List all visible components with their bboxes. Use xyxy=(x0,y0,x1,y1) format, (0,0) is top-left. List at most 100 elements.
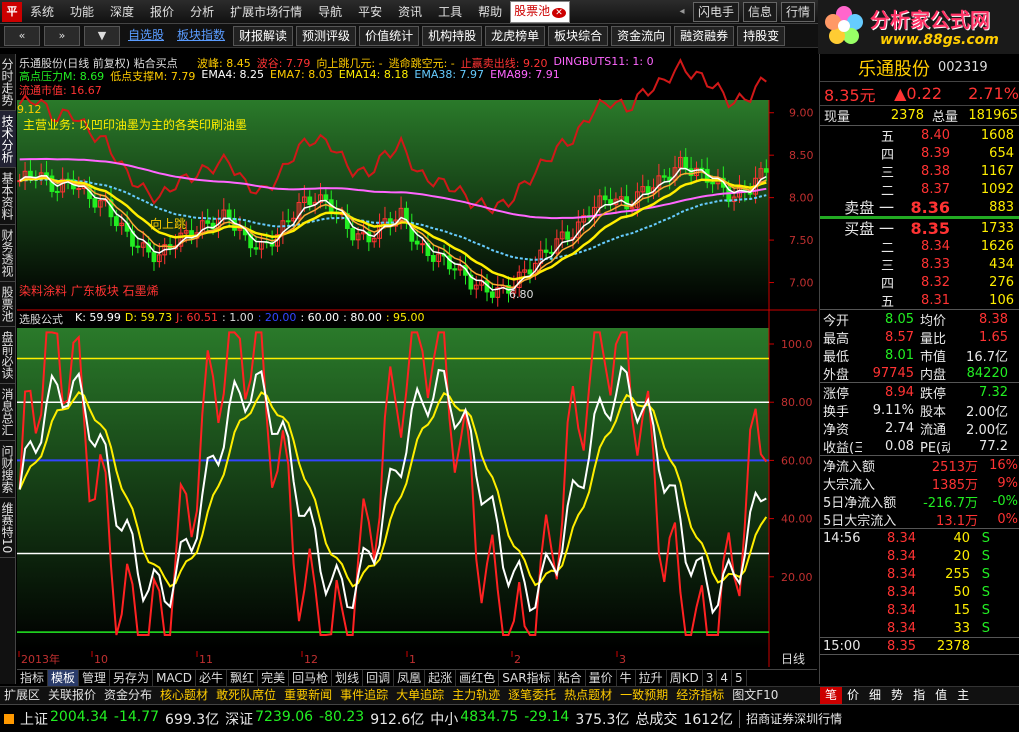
menu-arrow-icon[interactable]: ◂ xyxy=(675,6,689,17)
indicator-tab-11[interactable]: 凤凰 xyxy=(394,670,426,686)
index-quote-1[interactable]: 深证 7239.06 -80.23 912.6亿 xyxy=(219,709,424,729)
indicator-tab-2[interactable]: 管理 xyxy=(79,670,111,686)
menu-item-7[interactable]: 平安 xyxy=(350,0,390,24)
menu-item-5[interactable]: 扩展市场行情 xyxy=(222,0,310,24)
indicator-tab-22[interactable]: 5 xyxy=(732,670,747,686)
left-tab-8[interactable]: 维赛特10 xyxy=(0,498,16,559)
left-tab-2[interactable]: 基本资料 xyxy=(0,168,16,225)
chart-area[interactable]: 9.00 8.50 8.00 7.50 7.00 100.0 80.00 60.00 40.00… xyxy=(17,54,817,667)
indicator-tab-1[interactable]: 模板 xyxy=(48,670,80,686)
left-tab-0[interactable]: 分时走势 xyxy=(0,54,16,111)
back-button[interactable]: « xyxy=(4,25,40,46)
quote-tab-0[interactable]: 笔 xyxy=(820,687,843,704)
menu-item-4[interactable]: 分析 xyxy=(182,0,222,24)
quote-tab-2[interactable]: 细 xyxy=(864,687,886,704)
stat-value: 7.32 xyxy=(979,384,1008,400)
function-item-1[interactable]: 关联报价 xyxy=(44,687,100,704)
indicator-tab-5[interactable]: 必牛 xyxy=(196,670,228,686)
left-vertical-tabs: 分时走势 技术分析 基本资料 财务透视 股票池 盘前必读 消息总汇 问财搜索 维赛特10 xyxy=(0,54,16,684)
forward-button[interactable]: » xyxy=(44,25,80,46)
toolbar-button-7[interactable]: 融资融券 xyxy=(674,25,735,46)
indicator-tab-21[interactable]: 4 xyxy=(717,670,733,686)
menu-item-10[interactable]: 帮助 xyxy=(470,0,510,24)
chart-canvas[interactable]: 9.00 8.50 8.00 7.50 7.00 100.0 80.00 60.00 40.00… xyxy=(17,54,817,669)
toolbar-button-2[interactable]: 价值统计 xyxy=(359,25,420,46)
indicator-tab-8[interactable]: 回马枪 xyxy=(289,670,333,686)
quote-tab-5[interactable]: 值 xyxy=(930,687,952,704)
candle-body xyxy=(414,240,420,245)
indicator-tab-17[interactable]: 牛 xyxy=(617,670,636,686)
menu-right-button-0[interactable]: 闪电手 xyxy=(692,1,739,22)
toolbar-link-1[interactable]: 板块指数 xyxy=(172,26,230,46)
menu-right-button-2[interactable]: 行情 xyxy=(780,1,815,22)
left-tab-7[interactable]: 问财搜索 xyxy=(0,441,16,498)
toolbar-link-0[interactable]: 自选股 xyxy=(123,26,169,46)
function-item-11[interactable]: 一致预期 xyxy=(616,687,672,704)
function-item-6[interactable]: 事件追踪 xyxy=(336,687,392,704)
indicator-tab-6[interactable]: 飘红 xyxy=(227,670,259,686)
quote-tab-3[interactable]: 势 xyxy=(886,687,908,704)
high-price-label: 9.12 xyxy=(17,103,42,116)
indicator-tab-20[interactable]: 3 xyxy=(703,670,718,686)
function-item-8[interactable]: 主力轨迹 xyxy=(448,687,504,704)
function-item-0[interactable]: 扩展区 xyxy=(0,687,44,704)
function-item-3[interactable]: 核心题材 xyxy=(156,687,212,704)
brand-url[interactable]: www.88gs.com xyxy=(880,32,999,48)
function-item-2[interactable]: 资金分布 xyxy=(100,687,156,704)
stats-row-0: 今开 8.05 均价 8.38 xyxy=(820,310,1019,329)
toolbar-button-8[interactable]: 持股变 xyxy=(737,25,786,46)
down-arrow-button[interactable]: ▼ xyxy=(84,25,120,46)
function-item-13[interactable]: 图文F10 xyxy=(728,687,782,704)
left-tab-6[interactable]: 消息总汇 xyxy=(0,384,16,441)
quote-tab-1[interactable]: 价 xyxy=(842,687,864,704)
left-tab-3[interactable]: 财务透视 xyxy=(0,225,16,282)
left-tab-5[interactable]: 盘前必读 xyxy=(0,327,16,384)
toolbar-button-4[interactable]: 龙虎榜单 xyxy=(485,25,546,46)
function-item-12[interactable]: 经济指标 xyxy=(672,687,728,704)
indicator-tab-4[interactable]: MACD xyxy=(153,670,197,686)
index-quote-2[interactable]: 中小 4834.75 -29.14 375.3亿 xyxy=(424,709,629,729)
quote-tab-6[interactable]: 主 xyxy=(952,687,974,704)
left-tab-1[interactable]: 技术分析 xyxy=(0,111,16,168)
indicator-tab-10[interactable]: 回调 xyxy=(363,670,395,686)
menu-item-6[interactable]: 导航 xyxy=(310,0,350,24)
indicator-tab-9[interactable]: 划线 xyxy=(332,670,364,686)
quote-tab-4[interactable]: 指 xyxy=(908,687,930,704)
indicator-tab-7[interactable]: 完美 xyxy=(258,670,290,686)
order-label: 买盘 一 xyxy=(844,219,894,238)
index-quote-0[interactable]: 上证 2004.34 -14.77 699.3亿 xyxy=(14,709,219,729)
indicator-tab-14[interactable]: SAR指标 xyxy=(499,670,555,686)
indicator-tab-16[interactable]: 量价 xyxy=(586,670,617,686)
indicator-tab-3[interactable]: 另存为 xyxy=(110,670,154,686)
toolbar-button-5[interactable]: 板块综合 xyxy=(548,25,609,46)
indicator-tab-15[interactable]: 粘合 xyxy=(555,670,586,686)
indicator-tabs: 指标 模板 管理 另存为 MACD 必牛 飘红 完美 回马枪 划线 回调 凤凰 起涨 画红色 SAR指标 粘合… xyxy=(17,669,817,686)
order-price: 8.32 xyxy=(921,274,950,290)
function-item-9[interactable]: 逐笔委托 xyxy=(504,687,560,704)
close-icon[interactable]: ✕ xyxy=(552,7,566,18)
toolbar-button-0[interactable]: 财报解读 xyxy=(233,25,294,46)
menu-right-button-1[interactable]: 信息 xyxy=(742,1,777,22)
function-item-5[interactable]: 重要新闻 xyxy=(280,687,336,704)
menu-item-0[interactable]: 系统 xyxy=(22,0,62,24)
toolbar-button-6[interactable]: 资金流向 xyxy=(611,25,672,46)
toolbar-button-1[interactable]: 预测评级 xyxy=(296,25,357,46)
function-item-7[interactable]: 大单追踪 xyxy=(392,687,448,704)
left-tab-4[interactable]: 股票池 xyxy=(0,282,16,327)
indicator-tab-18[interactable]: 拉升 xyxy=(636,670,667,686)
menu-item-8[interactable]: 资讯 xyxy=(390,0,430,24)
menu-item-1[interactable]: 功能 xyxy=(62,0,102,24)
indicator-tab-0[interactable]: 指标 xyxy=(17,670,49,686)
tab-stock-pool[interactable]: 股票池 ✕ xyxy=(510,0,570,23)
candle-body xyxy=(549,251,554,254)
toolbar-button-3[interactable]: 机构持股 xyxy=(422,25,483,46)
indicator-tab-12[interactable]: 起涨 xyxy=(425,670,457,686)
indicator-tab-19[interactable]: 周KD xyxy=(667,670,703,686)
indicator-tab-13[interactable]: 画红色 xyxy=(456,670,500,686)
function-item-4[interactable]: 敢死队席位 xyxy=(212,687,280,704)
candle-body xyxy=(323,194,329,201)
function-item-10[interactable]: 热点题材 xyxy=(560,687,616,704)
menu-item-9[interactable]: 工具 xyxy=(430,0,470,24)
menu-item-3[interactable]: 报价 xyxy=(142,0,182,24)
menu-item-2[interactable]: 深度 xyxy=(102,0,142,24)
